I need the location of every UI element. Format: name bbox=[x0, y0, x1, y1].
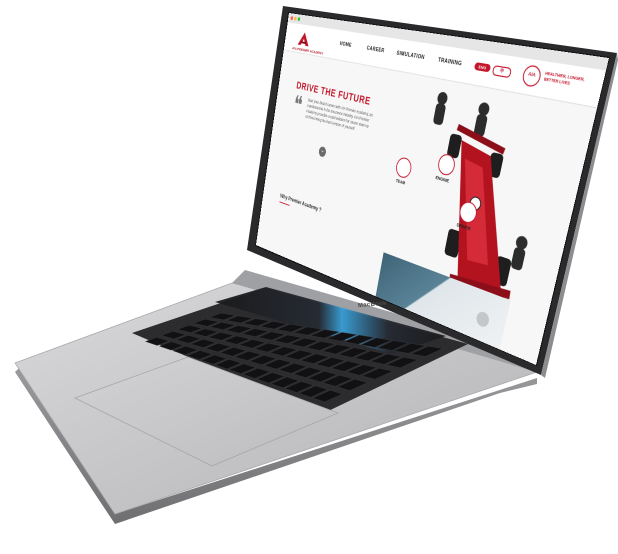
close-dot-icon[interactable] bbox=[290, 16, 294, 21]
nav-item-training[interactable]: TRAINING bbox=[437, 57, 462, 67]
minimize-dot-icon[interactable] bbox=[293, 16, 297, 21]
chevron-down-icon[interactable]: ⌄ bbox=[318, 145, 327, 158]
aia-logo[interactable]: AIA bbox=[520, 64, 543, 88]
nav-item-simulation[interactable]: SIMULATION bbox=[396, 50, 425, 61]
nav-item-home[interactable]: HOME bbox=[339, 41, 352, 49]
aia-logo-text: AIA bbox=[527, 70, 537, 78]
quote-icon: ❝ bbox=[291, 90, 304, 120]
aia-tagline: HEALTHIER, LONGER, BETTER LIVES bbox=[543, 71, 586, 86]
product-mockup-stage: AIA PREMIER ACADEMY HOME CAREER SIMULATI… bbox=[0, 0, 618, 554]
language-chinese-button[interactable]: 中 bbox=[491, 65, 512, 79]
language-eng-button[interactable]: ENG bbox=[473, 62, 492, 73]
nav-item-career[interactable]: CAREER bbox=[366, 45, 385, 54]
maximize-dot-icon[interactable] bbox=[297, 17, 301, 22]
